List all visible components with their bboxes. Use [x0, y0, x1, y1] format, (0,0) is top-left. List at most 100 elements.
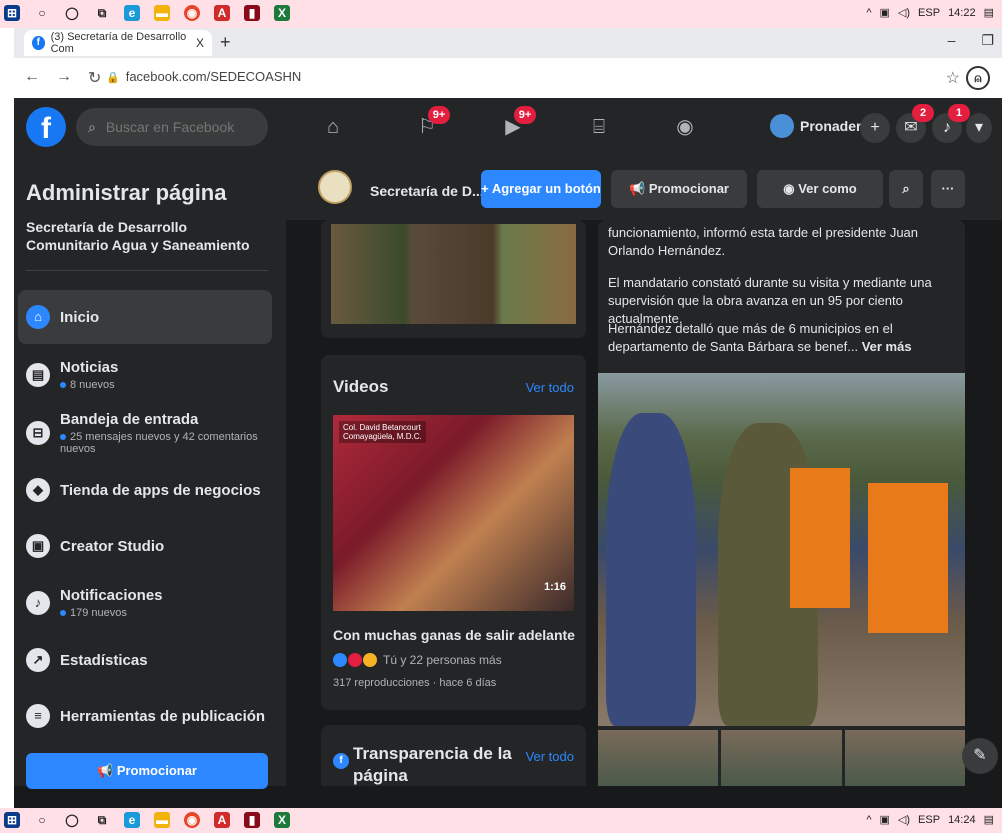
- windows-start-icon[interactable]: ⊞: [4, 812, 20, 828]
- video-thumbnail[interactable]: Col. David Betancourt Comayagüela, M.D.C.…: [333, 415, 574, 611]
- promote-page-button[interactable]: 📢 Promocionar: [611, 170, 747, 208]
- system-tray: ^ ▣ ◁) ESP 14:24 ▤: [866, 813, 994, 827]
- photo-grid[interactable]: [331, 224, 576, 324]
- view-as-visitor-button[interactable]: ◉ Ver como visitante: [757, 170, 883, 234]
- thumbnail[interactable]: [598, 730, 719, 786]
- nav-buttons: ← → ↻: [24, 68, 101, 88]
- search-page-button[interactable]: ⌕: [889, 170, 923, 208]
- reload-icon[interactable]: ↻: [88, 68, 101, 88]
- video-reactions[interactable]: Tú y 22 personas más: [333, 653, 502, 667]
- flag-badge: 9+: [428, 106, 450, 124]
- windows-start-icon[interactable]: ⊞: [4, 5, 20, 21]
- thumbnail[interactable]: [844, 730, 965, 786]
- chevron-up-icon[interactable]: ^: [866, 7, 871, 19]
- close-tab-button[interactable]: X: [196, 36, 204, 50]
- sidebar-item-creator-studio[interactable]: ▣ Creator Studio: [18, 522, 272, 570]
- network-icon[interactable]: ▣: [880, 813, 890, 826]
- post-paragraph: Hernández detalló que más de 6 municipio…: [608, 321, 912, 354]
- new-tab-button[interactable]: +: [220, 32, 231, 53]
- profile-shortcut[interactable]: Pronaders: [770, 114, 869, 138]
- love-icon: [348, 653, 362, 667]
- excel-icon[interactable]: X: [274, 5, 290, 21]
- groups-icon[interactable]: ◉: [670, 112, 700, 142]
- network-icon[interactable]: ▣: [880, 6, 890, 19]
- sidebar-item-sub: 179 nuevos: [60, 607, 163, 619]
- sidebar-item-noticias[interactable]: ▤ Noticias 8 nuevos: [18, 348, 272, 402]
- file-explorer-icon[interactable]: ▬: [154, 5, 170, 21]
- sidebar-item-sub: 25 mensajes nuevos y 42 comentarios nuev…: [60, 431, 258, 455]
- page-avatar[interactable]: [318, 170, 352, 204]
- promote-button[interactable]: 📢 Promocionar: [26, 753, 268, 789]
- forward-arrow-icon[interactable]: →: [56, 68, 72, 88]
- chrome-icon[interactable]: ◉: [184, 812, 200, 828]
- bookmark-star-icon[interactable]: ☆: [946, 68, 960, 88]
- sidebar-item-tienda[interactable]: ◆ Tienda de apps de negocios: [18, 466, 272, 514]
- chevron-up-icon[interactable]: ^: [866, 814, 871, 826]
- profile-icon[interactable]: ⍝: [966, 66, 990, 90]
- tab-title: (3) Secretaría de Desarrollo Com: [50, 31, 187, 55]
- chrome-icon[interactable]: ◉: [184, 5, 200, 21]
- cortana-icon[interactable]: ◯: [64, 5, 80, 21]
- sidebar-item-estadisticas[interactable]: ↗ Estadísticas: [18, 636, 272, 684]
- pdf-icon[interactable]: A: [214, 812, 230, 828]
- volume-icon[interactable]: ◁): [898, 6, 910, 19]
- cortana-icon[interactable]: ◯: [64, 812, 80, 828]
- clock[interactable]: 14:22: [948, 7, 976, 19]
- home-icon[interactable]: ⌂: [318, 112, 348, 142]
- pdf-icon[interactable]: A: [214, 5, 230, 21]
- bell-icon: ♪: [26, 591, 50, 615]
- search-icon[interactable]: ○: [34, 5, 50, 21]
- clock[interactable]: 14:24: [948, 814, 976, 826]
- edge-icon[interactable]: e: [124, 5, 140, 21]
- browser-tab[interactable]: f (3) Secretaría de Desarrollo Com X: [24, 30, 212, 56]
- divider: [26, 270, 268, 271]
- search-input[interactable]: [103, 118, 248, 136]
- os-taskbar-top: ⊞ ○ ◯ ⧉ e ▬ ◉ A ▮ X ^ ▣ ◁) ESP 14:22 ▤: [0, 0, 1002, 28]
- page-short-name[interactable]: Secretaría de D...: [370, 183, 484, 199]
- megaphone-icon: 📢: [629, 181, 649, 196]
- notification-center-icon[interactable]: ▤: [984, 6, 994, 19]
- file-explorer-icon[interactable]: ▬: [154, 812, 170, 828]
- store-icon: ◆: [26, 478, 50, 502]
- see-more-link[interactable]: Ver más: [862, 339, 912, 354]
- marketplace-icon[interactable]: ⌸: [584, 112, 614, 142]
- excel-icon[interactable]: X: [274, 812, 290, 828]
- new-message-icon[interactable]: ✎: [962, 738, 998, 774]
- sidebar-item-inicio[interactable]: ⌂ Inicio: [18, 290, 272, 344]
- facebook-logo[interactable]: f: [26, 107, 66, 147]
- transparency-see-all-link[interactable]: Ver todo: [526, 749, 574, 764]
- videos-see-all-link[interactable]: Ver todo: [526, 380, 574, 395]
- sidebar-item-notificaciones[interactable]: ♪ Notificaciones 179 nuevos: [18, 576, 272, 630]
- video-meta: 317 reproducciones · hace 6 días: [333, 677, 497, 689]
- back-arrow-icon[interactable]: ←: [24, 68, 40, 88]
- media-icon[interactable]: ▮: [244, 5, 260, 21]
- volume-icon[interactable]: ◁): [898, 813, 910, 826]
- lock-icon[interactable]: 🔒: [106, 72, 120, 84]
- minimize-button[interactable]: –: [948, 32, 956, 49]
- edge-icon[interactable]: e: [124, 812, 140, 828]
- search-icon[interactable]: ○: [34, 812, 50, 828]
- sidebar-item-herramientas[interactable]: ≡ Herramientas de publicación: [18, 692, 272, 740]
- task-view-icon[interactable]: ⧉: [94, 5, 110, 21]
- add-button-button[interactable]: + Agregar un botón: [481, 170, 601, 208]
- more-options-button[interactable]: ···: [931, 170, 965, 208]
- video-title[interactable]: Con muchas ganas de salir adelante y ha.…: [333, 627, 578, 643]
- notification-center-icon[interactable]: ▤: [984, 813, 994, 826]
- url-field[interactable]: 🔒 facebook.com/SEDECOASHN: [106, 69, 301, 84]
- sidebar-item-bandeja[interactable]: ⊟ Bandeja de entrada 25 mensajes nuevos …: [18, 406, 272, 460]
- language-indicator[interactable]: ESP: [918, 7, 940, 19]
- search-box[interactable]: ⌕: [76, 108, 268, 146]
- chevron-down-icon[interactable]: ▾: [966, 113, 992, 143]
- home-icon: ⌂: [26, 305, 50, 329]
- sidebar-item-label: Tienda de apps de negocios: [60, 481, 261, 499]
- language-indicator[interactable]: ESP: [918, 814, 940, 826]
- watch-badge: 9+: [514, 106, 536, 124]
- create-plus-icon[interactable]: +: [860, 113, 890, 143]
- post-photo[interactable]: [598, 373, 965, 726]
- thumbnail[interactable]: [721, 730, 842, 786]
- task-view-icon[interactable]: ⧉: [94, 812, 110, 828]
- restore-button[interactable]: ❐: [981, 32, 994, 49]
- media-icon[interactable]: ▮: [244, 812, 260, 828]
- sidebar-item-label: Creator Studio: [60, 537, 165, 555]
- stats-icon: ↗: [26, 648, 50, 672]
